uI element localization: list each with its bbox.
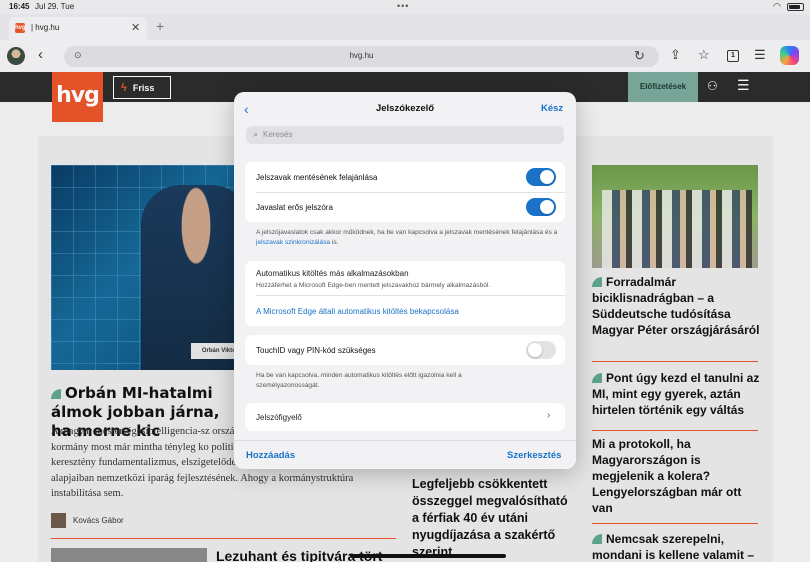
offer-save-label: Jelszavak mentésének felajánlása [256, 173, 378, 182]
multitasking-dots-icon[interactable]: ••• [397, 1, 409, 11]
search-placeholder: Keresés [263, 130, 293, 139]
url-field[interactable]: ⊙ hvg.hu ↻ [64, 46, 659, 67]
offer-save-toggle[interactable] [526, 168, 556, 186]
back-arrow-icon[interactable]: ‹ [38, 46, 43, 63]
battery-icon [787, 3, 804, 11]
browser-tab[interactable]: hvg | hvg.hu ✕ [9, 17, 147, 40]
dialog-footer: Hozzáadás Szerkesztés [234, 440, 576, 469]
wifi-icon: ◠ [773, 1, 781, 11]
status-date: Jul 29. Tue [35, 2, 75, 11]
password-manager-dialog: ‹ Jelszókezelő Kész ⌕ Keresés Jelszavak … [234, 92, 576, 469]
status-time: 16:45 [9, 2, 30, 11]
reload-icon[interactable]: ↻ [634, 48, 645, 64]
suggest-strong-toggle[interactable] [526, 198, 556, 216]
add-button[interactable]: Hozzáadás [246, 450, 295, 461]
home-indicator[interactable] [350, 554, 506, 558]
close-tab-icon[interactable]: ✕ [131, 21, 140, 34]
tab-title: | hvg.hu [31, 23, 60, 32]
tab-bar: hvg | hvg.hu ✕ + [0, 14, 810, 40]
menu-icon[interactable]: ☰ [754, 47, 766, 63]
touchid-card: TouchID vagy PIN-kód szükséges [245, 335, 565, 365]
suggest-strong-label: Javaslat erős jelszóra [256, 203, 333, 212]
copilot-icon[interactable] [780, 46, 799, 65]
edit-button[interactable]: Szerkesztés [507, 450, 561, 461]
new-tab-icon[interactable]: + [156, 18, 164, 34]
profile-avatar[interactable] [7, 47, 25, 65]
address-bar: ‹ ⊙ hvg.hu ↻ ⇪ ☆ 1 ☰ [0, 40, 810, 72]
touchid-toggle[interactable] [526, 341, 556, 359]
password-search-input[interactable]: ⌕ Keresés [246, 126, 564, 144]
autofill-enable-link[interactable]: A Microsoft Edge általi automatikus kitö… [256, 307, 459, 316]
hvg-favicon-icon: hvg [15, 23, 26, 33]
autofill-card: Automatikus kitöltés más alkalmazásokban… [245, 261, 565, 326]
sync-passwords-link[interactable]: jelszavak szinkronizálása [256, 239, 330, 246]
autofill-subtitle: Hozzáférhet a Microsoft Edge-ben mentett… [256, 282, 491, 289]
suggest-strong-row[interactable]: Javaslat erős jelszóra [245, 192, 565, 222]
done-button[interactable]: Kész [541, 103, 563, 114]
save-settings-card: Jelszavak mentésének felajánlása Javasla… [245, 162, 565, 222]
offer-save-row[interactable]: Jelszavak mentésének felajánlása [245, 162, 565, 192]
touchid-note: Ha be van kapcsolva, minden automatikus … [256, 372, 462, 389]
tab-count-button[interactable]: 1 [727, 50, 739, 62]
password-monitor-label: Jelszófigyelő [256, 413, 302, 422]
autofill-title: Automatikus kitöltés más alkalmazásokban [256, 269, 409, 278]
status-bar: 16:45 Jul 29. Tue ••• ◠ [0, 0, 810, 14]
search-icon: ⌕ [253, 129, 259, 139]
share-icon[interactable]: ⇪ [670, 47, 681, 63]
touchid-row[interactable]: TouchID vagy PIN-kód szükséges [245, 335, 565, 365]
chevron-right-icon: › [547, 410, 551, 421]
url-text: hvg.hu [349, 51, 374, 60]
dialog-title: Jelszókezelő [375, 103, 435, 114]
suggest-note: A jelszójavaslatok csak akkor működnek, … [256, 229, 558, 246]
password-monitor-card[interactable]: Jelszófigyelő › [245, 403, 565, 431]
favorite-star-icon[interactable]: ☆ [698, 47, 710, 63]
touchid-label: TouchID vagy PIN-kód szükséges [256, 346, 376, 355]
